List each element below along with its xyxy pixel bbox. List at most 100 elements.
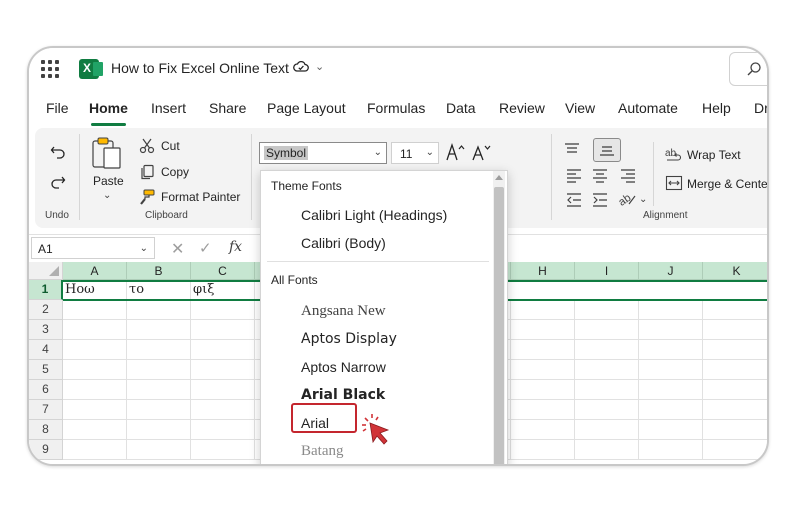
font-option-batang[interactable]: Batang (301, 443, 344, 460)
cell[interactable] (639, 400, 703, 420)
cell[interactable] (191, 300, 255, 320)
redo-icon[interactable] (49, 172, 67, 190)
row-header-9[interactable]: 9 (29, 440, 63, 460)
cell[interactable] (703, 400, 767, 420)
cell[interactable] (703, 440, 767, 460)
scrollbar-thumb[interactable] (494, 187, 504, 464)
cell[interactable] (127, 440, 191, 460)
cell[interactable] (575, 340, 639, 360)
column-header-k[interactable]: K (703, 262, 767, 280)
select-all-button[interactable] (29, 262, 63, 280)
cell[interactable] (63, 420, 127, 440)
cell[interactable] (191, 360, 255, 380)
font-option-calibri-light[interactable]: Calibri Light (Headings) (301, 207, 447, 223)
tab-share[interactable]: Share (209, 100, 246, 116)
merge-center-button[interactable]: Merge & Center (687, 177, 767, 191)
cell[interactable] (703, 380, 767, 400)
cell[interactable] (575, 440, 639, 460)
tab-page-layout[interactable]: Page Layout (267, 100, 346, 116)
row-header-7[interactable]: 7 (29, 400, 63, 420)
insert-function-button[interactable]: fx (229, 239, 242, 255)
cell-a1[interactable]: Ηοω (63, 280, 127, 300)
cell[interactable] (575, 420, 639, 440)
cell[interactable] (575, 360, 639, 380)
font-option-aptos-display[interactable]: Aptos Display (301, 331, 397, 347)
cell[interactable] (511, 340, 575, 360)
tab-data[interactable]: Data (446, 100, 476, 116)
row-header-1[interactable]: 1 (29, 280, 63, 300)
paste-icon[interactable] (91, 136, 123, 170)
align-bottom-button[interactable] (593, 138, 621, 162)
cell[interactable] (63, 360, 127, 380)
wrap-text-icon[interactable]: ab (665, 146, 683, 164)
undo-icon[interactable] (49, 142, 67, 160)
font-option-calibri[interactable]: Calibri (Body) (301, 235, 386, 251)
cell[interactable] (511, 320, 575, 340)
name-box[interactable]: A1 ⌄ (31, 237, 155, 259)
tab-automate[interactable]: Automate (618, 100, 678, 116)
cell[interactable] (511, 400, 575, 420)
copy-icon[interactable] (139, 164, 155, 180)
cell[interactable] (575, 380, 639, 400)
document-title[interactable]: How to Fix Excel Online Text (111, 60, 289, 76)
cell[interactable] (511, 440, 575, 460)
chevron-down-icon[interactable]: ⌄ (426, 147, 434, 158)
tab-insert[interactable]: Insert (151, 100, 186, 116)
cell[interactable] (575, 320, 639, 340)
column-header-c[interactable]: C (191, 262, 255, 280)
row-header-2[interactable]: 2 (29, 300, 63, 320)
row-header-3[interactable]: 3 (29, 320, 63, 340)
increase-indent-icon[interactable] (591, 192, 609, 208)
row-header-6[interactable]: 6 (29, 380, 63, 400)
saved-to-cloud-icon[interactable] (293, 59, 309, 75)
align-right-icon[interactable] (619, 168, 637, 184)
cell[interactable] (703, 420, 767, 440)
font-option-arial-black[interactable]: Arial Black (301, 387, 385, 403)
decrease-font-size-icon[interactable] (471, 142, 493, 162)
cell[interactable] (63, 440, 127, 460)
cell[interactable] (63, 300, 127, 320)
align-center-icon[interactable] (591, 168, 609, 184)
chevron-down-icon[interactable]: ⌄ (315, 60, 324, 73)
decrease-indent-icon[interactable] (565, 192, 583, 208)
dropdown-scrollbar[interactable] (493, 171, 505, 464)
cell[interactable] (127, 420, 191, 440)
cell[interactable] (127, 300, 191, 320)
tab-formulas[interactable]: Formulas (367, 100, 425, 116)
cell[interactable] (191, 340, 255, 360)
row-header-4[interactable]: 4 (29, 340, 63, 360)
cell[interactable] (639, 440, 703, 460)
scroll-up-icon[interactable] (495, 175, 503, 180)
column-header-i[interactable]: I (575, 262, 639, 280)
align-left-icon[interactable] (565, 168, 583, 184)
cell[interactable] (703, 320, 767, 340)
paste-label[interactable]: Paste (93, 174, 124, 188)
tab-help[interactable]: Help (702, 100, 731, 116)
increase-font-size-icon[interactable] (445, 142, 467, 162)
cell[interactable] (511, 420, 575, 440)
paste-chevron-icon[interactable]: ⌄ (103, 190, 111, 201)
format-painter-icon[interactable] (139, 189, 155, 205)
cell[interactable] (575, 400, 639, 420)
column-header-h[interactable]: H (511, 262, 575, 280)
font-name-combobox[interactable]: Symbol ⌄ (259, 142, 387, 164)
cell[interactable] (127, 380, 191, 400)
cell[interactable] (127, 400, 191, 420)
tab-view[interactable]: View (565, 100, 595, 116)
tab-home[interactable]: Home (89, 100, 128, 126)
cell[interactable] (703, 340, 767, 360)
waffle-icon[interactable] (41, 60, 59, 78)
chevron-down-icon[interactable]: ⌄ (374, 147, 382, 158)
cell[interactable] (63, 380, 127, 400)
cell[interactable] (639, 360, 703, 380)
tab-file[interactable]: File (46, 100, 69, 116)
format-painter-button[interactable]: Format Painter (161, 190, 240, 204)
chevron-down-icon[interactable]: ⌄ (639, 194, 647, 205)
tab-draw[interactable]: Dr (754, 100, 767, 116)
font-option-aptos-narrow[interactable]: Aptos Narrow (301, 359, 386, 375)
cell[interactable] (191, 420, 255, 440)
enter-icon[interactable]: ✓ (199, 239, 212, 257)
column-header-j[interactable]: J (639, 262, 703, 280)
search-box[interactable] (729, 52, 767, 86)
merge-center-icon[interactable] (665, 174, 683, 192)
